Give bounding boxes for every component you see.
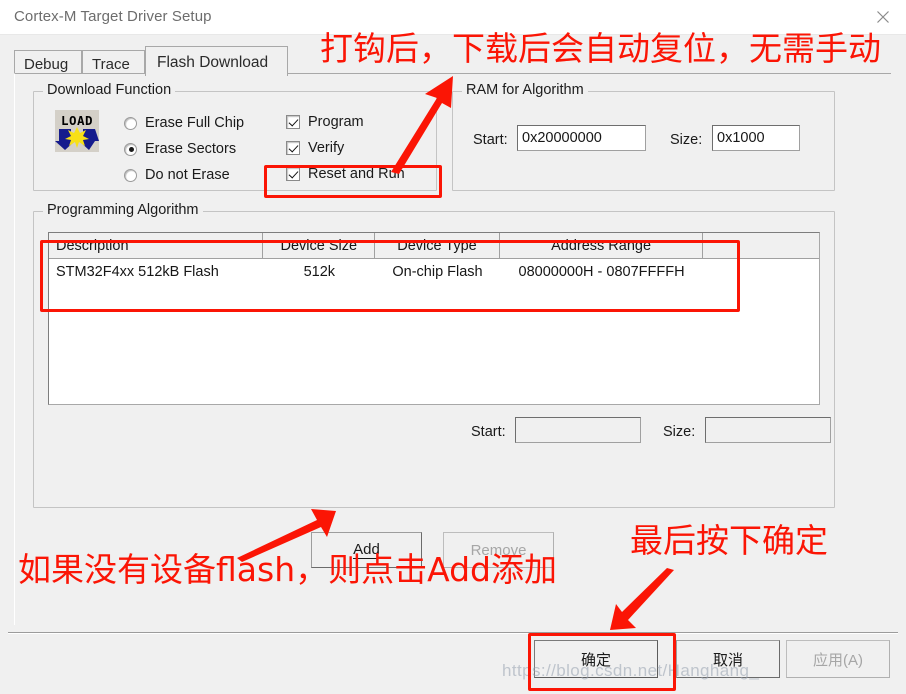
radio-erase-sectors-indicator xyxy=(124,142,137,156)
radio-erase-full-chip-label: Erase Full Chip xyxy=(145,115,245,131)
checkbox-verify[interactable]: Verify xyxy=(286,140,344,156)
table-row[interactable]: STM32F4xx 512kB Flash 512k On-chip Flash… xyxy=(49,259,819,284)
checkbox-reset-and-run-indicator xyxy=(286,167,300,181)
dialog-body: Debug Trace Flash Download Download Func… xyxy=(0,35,906,694)
column-header-spacer xyxy=(703,233,819,258)
tab-debug-label: Debug xyxy=(24,55,69,73)
radio-do-not-erase[interactable]: Do not Erase xyxy=(124,167,230,183)
load-icon: LOAD xyxy=(55,110,99,152)
footer-separator xyxy=(8,632,898,634)
download-function-group: Download Function LOAD Erase Full Chip E… xyxy=(33,82,437,191)
algorithm-size-label: Size: xyxy=(663,424,696,440)
tab-trace-label: Trace xyxy=(92,55,130,73)
cell-device-size: 512k xyxy=(303,263,336,280)
radio-erase-full-chip[interactable]: Erase Full Chip xyxy=(124,115,244,131)
radio-erase-full-chip-indicator xyxy=(124,116,137,130)
cancel-button[interactable]: 取消 xyxy=(676,640,780,678)
programming-algorithm-listview[interactable]: Description Device Size Device Type Addr… xyxy=(48,232,820,405)
ram-size-label: Size: xyxy=(670,132,703,148)
ram-for-algorithm-group: RAM for Algorithm Start: 0x20000000 Size… xyxy=(452,82,835,191)
checkbox-program[interactable]: Program xyxy=(286,114,364,130)
programming-algorithm-group: Programming Algorithm Description Device… xyxy=(33,202,835,508)
checkbox-reset-and-run-label: Reset and Run xyxy=(308,166,405,182)
radio-erase-sectors[interactable]: Erase Sectors xyxy=(124,141,236,157)
window-title: Cortex-M Target Driver Setup xyxy=(14,8,212,25)
tab-debug[interactable]: Debug xyxy=(14,50,82,75)
column-header-device-size[interactable]: Device Size xyxy=(263,233,376,258)
ram-for-algorithm-legend: RAM for Algorithm xyxy=(462,82,588,98)
checkbox-verify-label: Verify xyxy=(308,140,345,156)
tab-content-panel: Download Function LOAD Erase Full Chip E… xyxy=(14,73,891,625)
algorithm-start-label: Start: xyxy=(471,424,506,440)
programming-algorithm-legend: Programming Algorithm xyxy=(43,202,203,218)
checkbox-program-label: Program xyxy=(308,114,364,130)
cell-description: STM32F4xx 512kB Flash xyxy=(56,263,219,280)
ram-start-label: Start: xyxy=(473,132,508,148)
ok-button-label: 确定 xyxy=(580,651,611,669)
ram-size-value: 0x1000 xyxy=(717,130,765,146)
column-header-description[interactable]: Description xyxy=(49,233,264,258)
listview-header-row: Description Device Size Device Type Addr… xyxy=(49,233,819,259)
cell-address-range: 08000000H - 0807FFFFH xyxy=(518,263,685,280)
tab-flash-download[interactable]: Flash Download xyxy=(145,46,288,76)
download-function-legend: Download Function xyxy=(43,82,176,98)
add-button-label: Add xyxy=(353,541,380,559)
radio-do-not-erase-label: Do not Erase xyxy=(145,167,230,183)
apply-button[interactable]: 应用(A) xyxy=(786,640,890,678)
svg-text:LOAD: LOAD xyxy=(61,113,93,128)
apply-button-label: 应用(A) xyxy=(813,651,863,669)
checkbox-program-indicator xyxy=(286,115,300,129)
column-header-address-range[interactable]: Address Range xyxy=(499,233,704,258)
algorithm-start-input[interactable] xyxy=(515,417,641,443)
radio-do-not-erase-indicator xyxy=(124,168,137,182)
radio-erase-sectors-label: Erase Sectors xyxy=(145,141,237,157)
cancel-button-label: 取消 xyxy=(712,651,743,669)
algorithm-size-input[interactable] xyxy=(705,417,831,443)
column-header-device-type[interactable]: Device Type xyxy=(375,233,500,258)
cell-spacer xyxy=(703,259,819,284)
remove-button-label: Remove xyxy=(470,541,527,559)
ram-size-input[interactable]: 0x1000 xyxy=(712,125,800,151)
remove-button[interactable]: Remove xyxy=(443,532,554,568)
cell-device-type: On-chip Flash xyxy=(392,263,483,280)
ok-button[interactable]: 确定 xyxy=(534,640,658,678)
tab-flash-download-label: Flash Download xyxy=(157,53,269,71)
checkbox-reset-and-run[interactable]: Reset and Run xyxy=(286,166,405,182)
title-bar: Cortex-M Target Driver Setup xyxy=(0,0,906,35)
ram-start-input[interactable]: 0x20000000 xyxy=(517,125,646,151)
add-button[interactable]: Add xyxy=(311,532,422,568)
ram-start-value: 0x20000000 xyxy=(522,130,602,146)
cortex-m-target-driver-setup-dialog: Cortex-M Target Driver Setup Debug Trace… xyxy=(0,0,906,694)
close-icon[interactable] xyxy=(860,0,906,34)
tab-trace[interactable]: Trace xyxy=(82,50,145,75)
checkbox-verify-indicator xyxy=(286,141,300,155)
